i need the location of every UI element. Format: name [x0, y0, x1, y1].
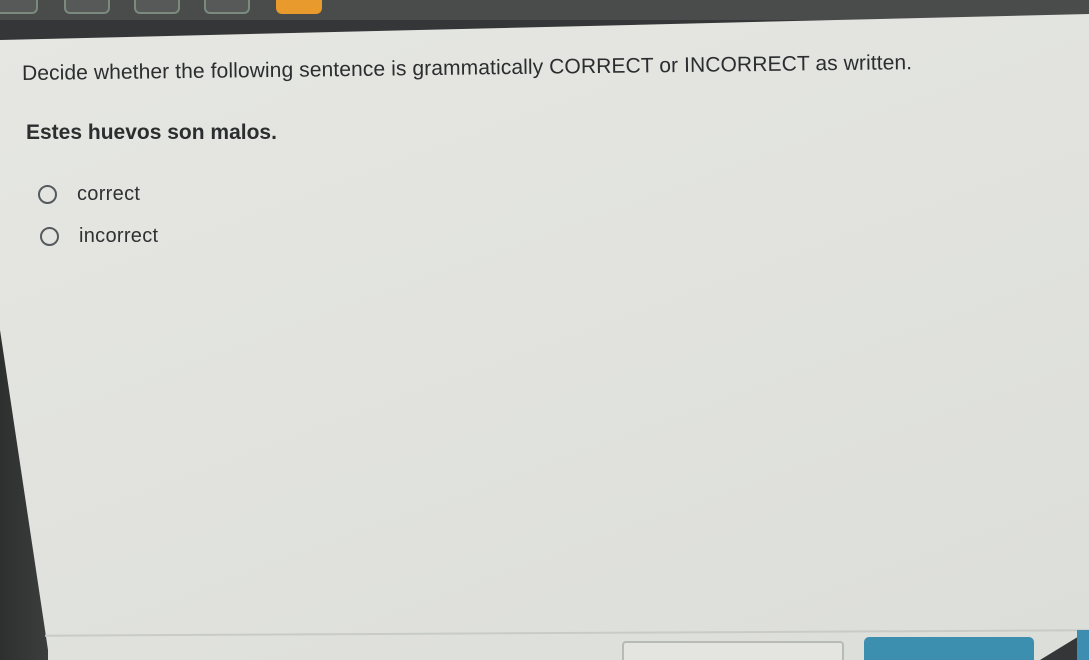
back-button[interactable] [622, 641, 844, 660]
answer-option-incorrect[interactable]: incorrect [40, 225, 158, 248]
next-button[interactable] [864, 637, 1034, 660]
radio-button-icon[interactable] [38, 185, 57, 204]
answer-option-label: incorrect [79, 225, 159, 247]
answer-option-label: correct [77, 183, 141, 205]
question-tab-5[interactable] [276, 0, 322, 14]
question-tab-strip [0, 0, 1089, 20]
screen: Decide whether the following sentence is… [0, 0, 1089, 660]
question-sentence: Estes huevos son malos. [26, 121, 277, 144]
question-tab-4[interactable] [204, 0, 250, 14]
radio-button-icon[interactable] [40, 227, 59, 246]
question-tab-1[interactable] [0, 0, 38, 14]
question-card [0, 14, 1089, 660]
right-edge-button[interactable] [1077, 630, 1089, 660]
question-tab-3[interactable] [134, 0, 180, 14]
answer-option-correct[interactable]: correct [38, 183, 140, 206]
question-tab-2[interactable] [64, 0, 110, 14]
